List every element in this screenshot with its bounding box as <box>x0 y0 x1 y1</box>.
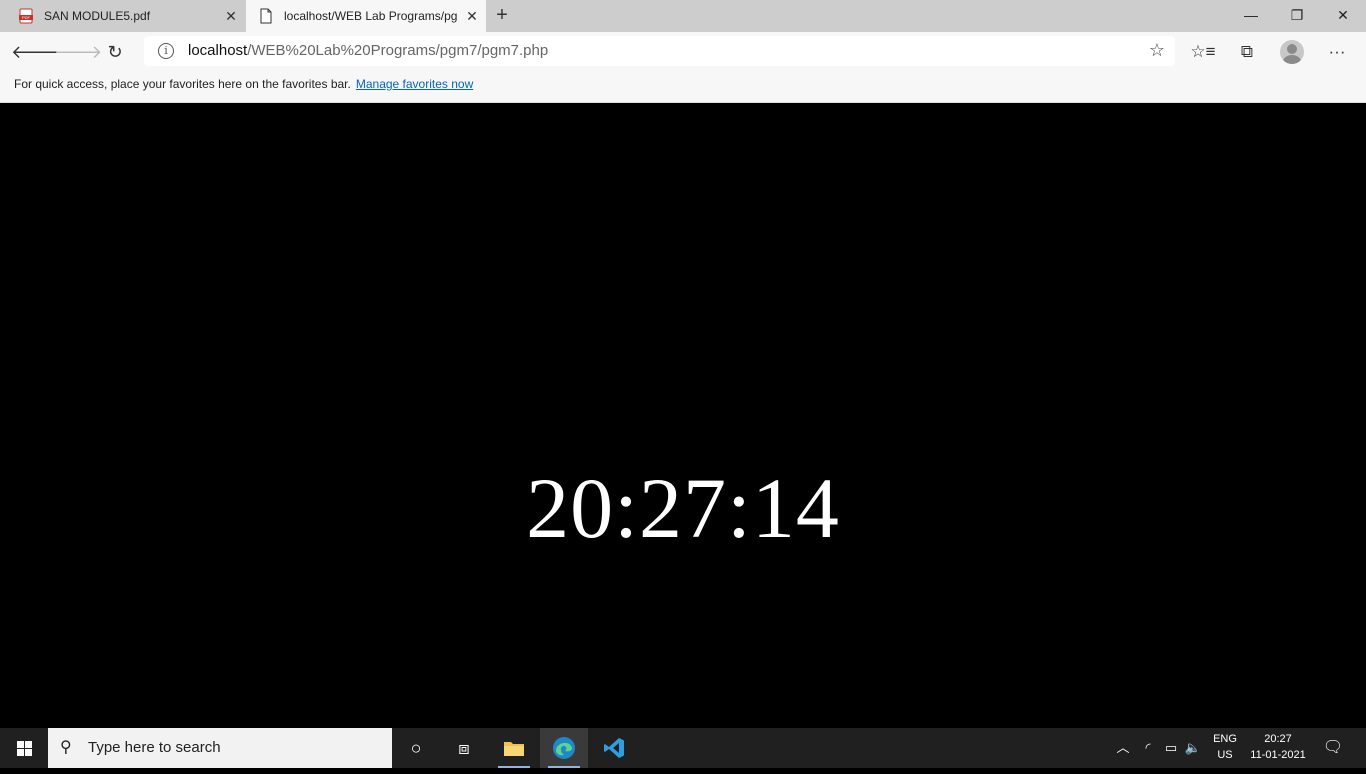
battery-icon[interactable]: ▭ <box>1160 728 1182 768</box>
volume-icon[interactable]: 🔈 <box>1182 728 1204 768</box>
tab-strip: PDF SAN MODULE5.pdf ✕ localhost/WEB Lab … <box>0 0 1366 32</box>
language-line1: ENG <box>1213 733 1237 745</box>
digital-clock: 20:27:14 <box>526 460 840 556</box>
language-indicator[interactable]: ENG US <box>1208 731 1242 763</box>
minimize-button[interactable]: — <box>1228 0 1274 30</box>
task-view-icon[interactable]: ⧈ <box>440 728 488 768</box>
taskbar-time: 20:27 <box>1264 733 1292 745</box>
favorite-star-icon[interactable]: ☆ <box>1149 40 1165 61</box>
close-icon[interactable]: ✕ <box>217 8 245 25</box>
file-explorer-icon[interactable] <box>490 728 538 768</box>
close-window-button[interactable]: ✕ <box>1320 0 1366 30</box>
url-host: localhost <box>188 42 248 59</box>
forward-button[interactable]: 🡒 <box>54 36 102 68</box>
url-text[interactable]: localhost/WEB%20Lab%20Programs/pgm7/pgm7… <box>188 36 548 66</box>
tab-pdf[interactable]: PDF SAN MODULE5.pdf ✕ <box>0 0 245 32</box>
vscode-icon[interactable] <box>590 728 638 768</box>
search-placeholder: Type here to search <box>88 739 221 756</box>
favorites-bar: For quick access, place your favorites h… <box>0 72 1366 103</box>
tab-localhost[interactable]: localhost/WEB Lab Programs/pgm7/pgm7.php… <box>246 0 486 32</box>
taskbar-search-input[interactable]: ⚲ Type here to search <box>48 728 392 768</box>
close-icon[interactable]: ✕ <box>458 8 486 25</box>
profile-avatar[interactable] <box>1280 40 1304 64</box>
svg-text:PDF: PDF <box>22 15 31 20</box>
taskbar-clock[interactable]: 20:27 11-01-2021 <box>1244 731 1312 763</box>
more-menu-icon[interactable]: ··· <box>1320 36 1354 68</box>
page-icon <box>260 8 272 24</box>
edge-browser-icon[interactable] <box>540 728 588 768</box>
manage-favorites-link[interactable]: Manage favorites now <box>356 77 473 91</box>
windows-start-icon[interactable] <box>0 728 48 768</box>
pdf-icon: PDF <box>19 8 33 24</box>
favorites-icon[interactable]: ☆≡ <box>1186 36 1220 68</box>
address-bar[interactable]: i localhost/WEB%20Lab%20Programs/pgm7/pg… <box>144 36 1175 66</box>
collections-icon[interactable]: ⧉ <box>1230 36 1264 68</box>
restore-button[interactable]: ❐ <box>1274 0 1320 30</box>
language-line2: US <box>1217 749 1233 761</box>
network-icon[interactable]: ◜ <box>1136 728 1160 768</box>
taskbar: ⚲ Type here to search ○ ⧈ ︿ ◜ ▭ 🔈 ENG US… <box>0 728 1366 768</box>
show-hidden-icons-icon[interactable]: ︿ <box>1112 728 1134 768</box>
page-content: 20:27:14 <box>0 103 1366 728</box>
notifications-icon[interactable]: 🗨 <box>1320 728 1346 768</box>
url-path: /WEB%20Lab%20Programs/pgm7/pgm7.php <box>247 42 549 59</box>
refresh-button[interactable]: ↻ <box>98 36 132 68</box>
favorites-bar-message: For quick access, place your favorites h… <box>14 77 351 91</box>
search-icon: ⚲ <box>60 739 72 756</box>
back-button[interactable]: 🡐 <box>11 36 59 68</box>
browser-toolbar: 🡐 🡒 ↻ i localhost/WEB%20Lab%20Programs/p… <box>0 32 1366 72</box>
info-icon[interactable]: i <box>158 43 174 59</box>
taskbar-date: 11-01-2021 <box>1250 749 1306 761</box>
tab-localhost-label: localhost/WEB Lab Programs/pgm7/pgm7.php <box>284 9 458 23</box>
new-tab-button[interactable]: + <box>490 4 514 28</box>
cortana-icon[interactable]: ○ <box>392 728 440 768</box>
tab-pdf-label: SAN MODULE5.pdf <box>44 9 151 23</box>
